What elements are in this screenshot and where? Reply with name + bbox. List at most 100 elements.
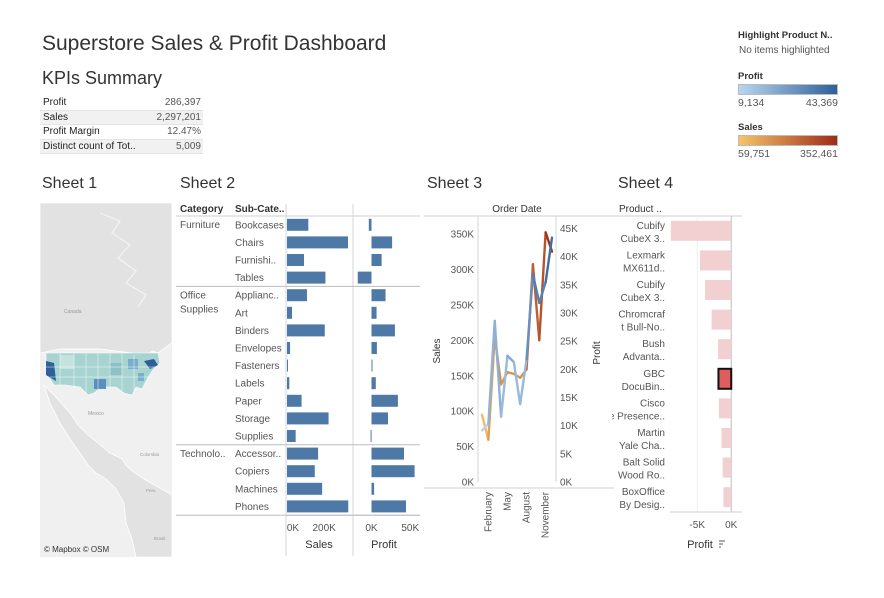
sales-bar[interactable] <box>287 412 329 425</box>
kpi-row-margin[interactable]: Profit Margin 12.47% <box>40 125 203 140</box>
profit-bar[interactable] <box>371 324 395 337</box>
sales-bar[interactable] <box>287 465 315 478</box>
profit-bar[interactable] <box>371 377 376 390</box>
profit-bar[interactable] <box>371 306 377 319</box>
profit-bar[interactable] <box>670 220 732 241</box>
category-label: Supplies <box>180 304 218 315</box>
profit-bar[interactable] <box>371 447 405 460</box>
kpi-row-sales[interactable]: Sales 2,297,201 <box>40 110 203 125</box>
profit-gradient <box>738 84 838 95</box>
profit-bar[interactable] <box>371 359 373 372</box>
sales-bar[interactable] <box>287 236 348 249</box>
profit-bar[interactable] <box>718 339 732 360</box>
sales-legend: Sales 59,751 352,461 <box>738 122 838 160</box>
profit-tick-label: 10K <box>560 421 578 432</box>
sales-bar[interactable] <box>287 359 288 372</box>
sales-tick-label: 150K <box>451 371 475 382</box>
product-label: CubeX 3.. <box>621 234 665 245</box>
subcategory-label: Storage <box>235 414 270 425</box>
subcategory-label: Phones <box>235 502 269 513</box>
sheet1-map[interactable]: Canada Mexico Colombia Peru Brasil <box>40 203 172 557</box>
sheet3-chart[interactable]: Order Date 0K 50K 100K 150K 200K 250K 300K 350K 0… <box>424 198 614 558</box>
subcategory-label: Applianc.. <box>235 291 279 302</box>
sheet4-chart[interactable]: Product .. Cubify CubeX 3.. Lexmark MX611d..… <box>612 198 742 558</box>
product-label: t Bull-No.. <box>621 323 665 334</box>
map-label-canada: Canada <box>64 309 82 315</box>
sales-bar[interactable] <box>287 218 309 231</box>
profit-tick-label: 25K <box>560 337 578 348</box>
category-label: Furniture <box>180 220 220 231</box>
sales-bar[interactable] <box>287 271 326 284</box>
kpi-row-profit[interactable]: Profit 286,397 <box>40 96 203 111</box>
sheet2-chart[interactable]: Category Sub-Cate.. Furniture Bookcases Ch… <box>176 198 420 558</box>
sales-bar[interactable] <box>287 377 290 390</box>
category-label: Technolo.. <box>180 449 226 460</box>
profit-bar[interactable] <box>368 218 372 231</box>
profit-bar[interactable] <box>371 289 386 302</box>
sales-bar[interactable] <box>287 342 291 354</box>
profit-line-segment[interactable] <box>487 319 496 426</box>
sales-bar[interactable] <box>287 324 325 337</box>
subcategory-label: Binders <box>235 326 269 337</box>
profit-bar[interactable] <box>371 412 388 425</box>
profit-line-segment[interactable] <box>518 358 528 406</box>
sort-icon[interactable] <box>719 540 725 548</box>
profit-bar[interactable] <box>371 394 398 407</box>
sales-tick-label: 0K <box>462 478 475 489</box>
profit-tick-label: 0K <box>365 523 378 534</box>
profit-line-segment[interactable] <box>499 354 509 418</box>
sales-bar[interactable] <box>287 289 307 302</box>
profit-bar[interactable] <box>711 309 732 330</box>
product-label: GBC <box>643 369 665 380</box>
profit-tick-label: 30K <box>560 308 578 319</box>
profit-bar[interactable] <box>371 500 406 513</box>
profit-bar[interactable] <box>705 280 732 300</box>
profit-bar[interactable] <box>721 428 732 448</box>
sales-bar[interactable] <box>287 482 323 495</box>
profit-bar[interactable] <box>357 271 372 284</box>
profit-bar[interactable] <box>371 342 377 354</box>
product-label: MX611d.. <box>623 263 665 274</box>
profit-bar[interactable] <box>371 482 375 495</box>
highlight-legend-value[interactable]: No items highlighted <box>739 45 830 56</box>
sales-bar[interactable] <box>287 430 296 442</box>
sheet3-title: Sheet 3 <box>427 175 483 192</box>
dashboard-title: Superstore Sales & Profit Dashboard <box>42 32 387 55</box>
sales-bar[interactable] <box>287 394 302 407</box>
profit-tick-label: 0K <box>560 478 573 489</box>
subcategory-label: Envelopes <box>235 344 282 355</box>
profit-bar[interactable] <box>722 457 732 478</box>
sales-bar[interactable] <box>287 500 349 513</box>
profit-line-segment[interactable] <box>525 273 535 361</box>
subcategory-label: Bookcases <box>235 220 284 231</box>
product-label: Wood Ro.. <box>618 471 665 482</box>
sales-axis-title: Sales <box>432 338 443 363</box>
profit-bar[interactable] <box>717 367 733 390</box>
profit-bar[interactable] <box>718 398 732 419</box>
kpi-label: Distinct count of Tot.. <box>43 140 136 152</box>
kpi-value: 12.47% <box>167 126 201 137</box>
subcategory-label: Copiers <box>235 467 269 478</box>
sales-legend-min: 59,751 <box>738 148 771 160</box>
kpi-table: Profit 286,397 Sales 2,297,201 Profit Ma… <box>40 96 203 154</box>
kpi-row-count[interactable]: Distinct count of Tot.. 5,009 <box>40 139 203 154</box>
product-label: Tele Presence.. <box>612 411 665 422</box>
product-label: BoxOffice <box>622 487 666 498</box>
product-header: Product .. <box>619 204 662 215</box>
product-label: Martin <box>637 428 665 439</box>
profit-bar[interactable] <box>700 250 732 271</box>
profit-bar[interactable] <box>371 254 382 266</box>
profit-line-segment[interactable] <box>512 360 522 406</box>
kpi-value: 5,009 <box>175 140 201 152</box>
sales-bar[interactable] <box>287 306 293 319</box>
sheet4-title: Sheet 4 <box>618 175 674 192</box>
sales-bar[interactable] <box>287 447 319 460</box>
sales-bar[interactable] <box>287 254 305 266</box>
profit-bar[interactable] <box>371 465 415 478</box>
profit-bar[interactable] <box>723 487 732 508</box>
kpis-title: KPIs Summary <box>42 68 163 88</box>
profit-bar[interactable] <box>371 236 393 249</box>
profit-line-segment[interactable] <box>506 354 516 364</box>
product-label: Cisco <box>640 398 665 409</box>
profit-bar[interactable] <box>370 430 372 442</box>
